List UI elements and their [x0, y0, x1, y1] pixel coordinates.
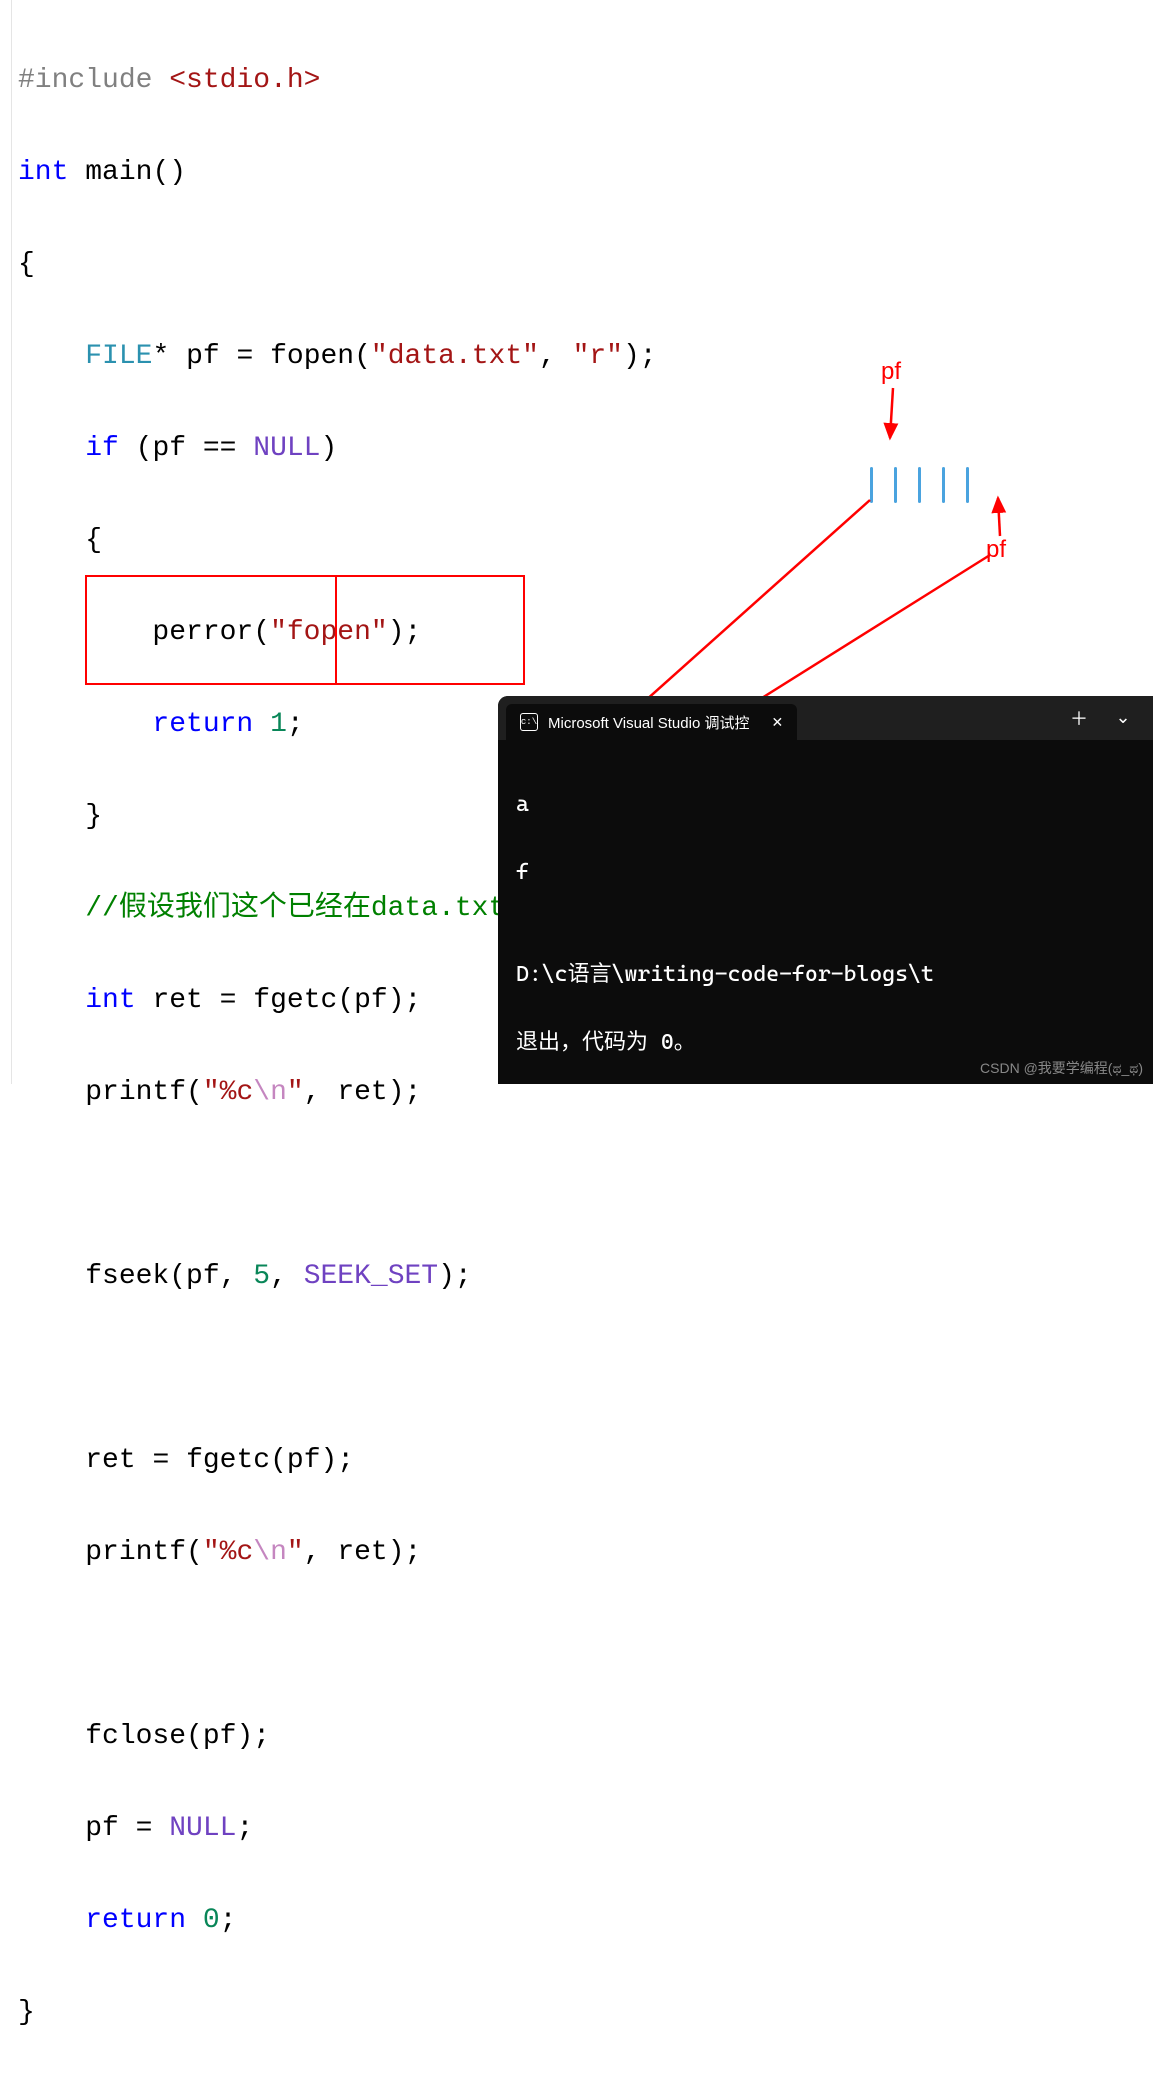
kw-int2: int — [85, 985, 135, 1016]
fn-fgetc: fgetc — [253, 985, 337, 1016]
star: * — [152, 341, 169, 372]
gutter — [0, 0, 12, 1084]
terminal-body[interactable]: a f D:\c语言\writing-code-for-blogs\t 退出，代… — [498, 740, 1153, 1084]
escape-n: \n — [253, 1077, 287, 1108]
kw-int: int — [18, 157, 68, 188]
semi: ; — [287, 709, 304, 740]
annotation-pf-top: pf — [881, 358, 901, 386]
var-pf2: pf — [152, 433, 186, 464]
terminal-output-line: a — [516, 788, 1135, 822]
tab-close-icon[interactable]: ✕ — [771, 714, 783, 731]
terminal-output-line: D:\c语言\writing-code-for-blogs\t — [516, 958, 1135, 992]
kw-return: return — [152, 709, 253, 740]
paren-open: ( — [354, 341, 371, 372]
str-datatxt: "data.txt" — [371, 341, 539, 372]
num-5: 5 — [253, 1261, 270, 1292]
close-paren-semi: ); — [623, 341, 657, 372]
header-name: <stdio.h> — [169, 65, 320, 96]
fn-fseek: fseek — [85, 1261, 169, 1292]
terminal-tab[interactable]: c:\ Microsoft Visual Studio 调试控 ✕ — [506, 704, 797, 740]
annotation-pf-bottom: pf — [986, 536, 1006, 564]
tick-marks — [870, 467, 1000, 507]
brace-open2: { — [85, 525, 102, 556]
SEEK-SET-mac: SEEK_SET — [304, 1261, 438, 1292]
cmd-icon: c:\ — [520, 713, 538, 731]
num-1: 1 — [270, 709, 287, 740]
comma: , — [539, 341, 573, 372]
terminal-actions: ＋ ⌄ — [1057, 696, 1145, 740]
var-ret: ret — [152, 985, 202, 1016]
terminal-output-line: f — [516, 856, 1135, 890]
brace-open: { — [18, 249, 35, 280]
NULL-mac: NULL — [253, 433, 320, 464]
fn-main: main — [85, 157, 152, 188]
parens: () — [152, 157, 186, 188]
type-FILE: FILE — [85, 341, 152, 372]
fn-printf: printf — [85, 1077, 186, 1108]
kw-if: if — [85, 433, 119, 464]
terminal-tab-title: Microsoft Visual Studio 调试控 — [548, 712, 749, 733]
terminal-titlebar: c:\ Microsoft Visual Studio 调试控 ✕ ＋ ⌄ — [498, 696, 1153, 740]
if-open: ( — [119, 433, 153, 464]
highlight-box-seekset — [335, 575, 525, 685]
fn-fopen: fopen — [270, 341, 354, 372]
watermark: CSDN @我要学编程(ಥ_ಥ) — [980, 1058, 1143, 1078]
eq: = — [220, 341, 270, 372]
tab-dropdown-button[interactable]: ⌄ — [1101, 696, 1145, 740]
brace-final: } — [18, 1997, 35, 2028]
new-tab-button[interactable]: ＋ — [1057, 696, 1101, 740]
fn-fclose: fclose — [85, 1721, 186, 1752]
eqeq: == — [186, 433, 253, 464]
var-pf: pf — [186, 341, 220, 372]
brace-close: } — [85, 801, 102, 832]
num-0: 0 — [203, 1905, 220, 1936]
close-paren: ) — [320, 433, 337, 464]
terminal-output-line: 退出，代码为 0。 — [516, 1026, 1135, 1060]
str-r: "r" — [573, 341, 623, 372]
preproc-include: #include — [18, 65, 152, 96]
terminal-window: c:\ Microsoft Visual Studio 调试控 ✕ ＋ ⌄ a … — [498, 696, 1153, 1084]
